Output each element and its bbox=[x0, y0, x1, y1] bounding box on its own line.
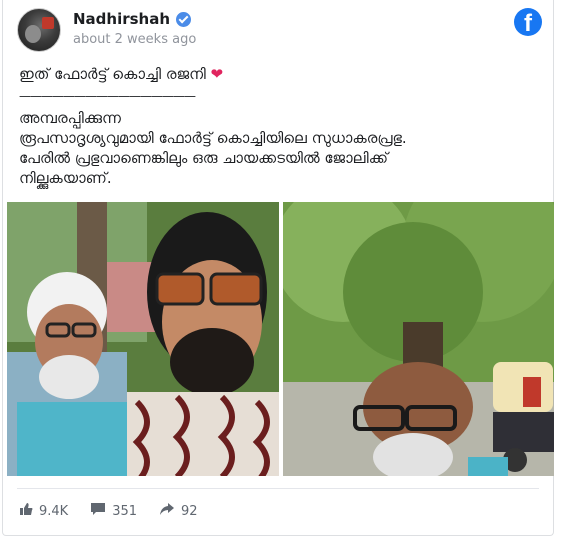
thumbs-up-icon bbox=[19, 502, 33, 520]
photo-left-image bbox=[7, 202, 279, 476]
comment-bubble-icon bbox=[90, 502, 106, 520]
post-separator: ———————————————— bbox=[19, 89, 196, 103]
avatar-accent bbox=[42, 17, 54, 29]
comment-count-text: 351 bbox=[112, 503, 138, 519]
post-timestamp[interactable]: about 2 weeks ago bbox=[73, 32, 196, 47]
share-count[interactable]: 92 bbox=[159, 502, 198, 520]
post-header: Nadhirshah about 2 weeks ago f bbox=[17, 8, 542, 52]
post-text: ഇത് ഫോർട്ട് കൊച്ചി രജനി ❤ ——————————————… bbox=[19, 64, 539, 188]
like-count[interactable]: 9.4K bbox=[19, 502, 68, 520]
share-arrow-icon bbox=[159, 502, 175, 520]
heart-emoji-icon: ❤ bbox=[210, 65, 224, 83]
post-headline-text: ഇത് ഫോർട്ട് കൊച്ചി രജനി bbox=[19, 65, 206, 83]
photo-left[interactable] bbox=[7, 202, 279, 476]
facebook-logo-icon[interactable]: f bbox=[514, 8, 542, 36]
author-avatar[interactable] bbox=[17, 8, 61, 52]
photo-right-image bbox=[283, 202, 554, 476]
post-paragraph: അമ്പരപ്പിക്കുന്ന രൂപസാദൃശ്യവുമായി ഫോർട്ട… bbox=[19, 109, 407, 187]
actions-divider bbox=[17, 488, 539, 489]
share-count-text: 92 bbox=[181, 503, 198, 519]
author-name-row: Nadhirshah bbox=[73, 10, 192, 28]
post-actions: 9.4K 351 92 bbox=[19, 500, 220, 522]
verified-badge-icon bbox=[176, 11, 192, 27]
like-count-text: 9.4K bbox=[39, 503, 69, 519]
post-headline: ഇത് ഫോർട്ട് കൊച്ചി രജനി ❤ bbox=[19, 64, 539, 84]
author-name[interactable]: Nadhirshah bbox=[73, 10, 170, 28]
photo-right[interactable] bbox=[283, 202, 554, 476]
post-card: Nadhirshah about 2 weeks ago f ഇത് ഫോർട്… bbox=[2, 0, 554, 536]
comment-count[interactable]: 351 bbox=[90, 502, 137, 520]
avatar-face bbox=[25, 25, 41, 43]
